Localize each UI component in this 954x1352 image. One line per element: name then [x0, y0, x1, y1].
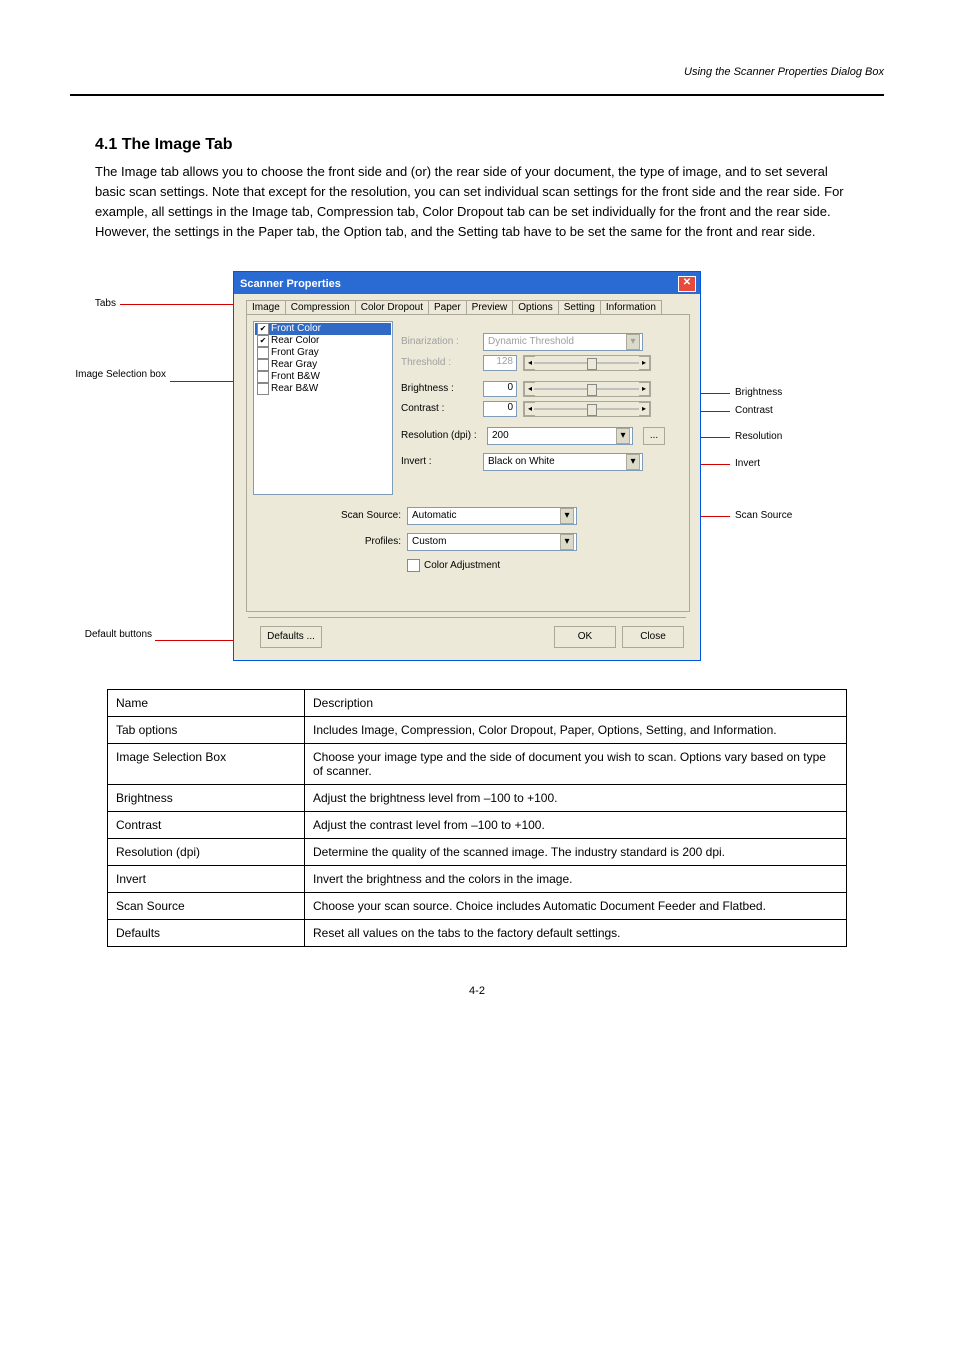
callout-invert: Invert — [735, 458, 760, 469]
table-row: Resolution (dpi)Determine the quality of… — [108, 838, 847, 865]
checkbox[interactable] — [257, 347, 269, 359]
dialog-title: Scanner Properties — [240, 278, 341, 290]
tab-color-dropout[interactable]: Color Dropout — [355, 300, 429, 314]
table-row: DefaultsReset all values on the tabs to … — [108, 919, 847, 946]
tab-preview[interactable]: Preview — [466, 300, 514, 314]
scanner-properties-dialog: Scanner Properties ✕ Image Compression C… — [233, 271, 701, 661]
table-row: ContrastAdjust the contrast level from –… — [108, 811, 847, 838]
invert-dropdown[interactable]: Black on White — [483, 453, 643, 471]
button-separator — [248, 617, 686, 618]
table-row: Scan SourceChoose your scan source. Choi… — [108, 892, 847, 919]
image-selection-box[interactable]: Front Color Rear Color Front Gray Rear G… — [253, 321, 393, 495]
scan-source-dropdown[interactable]: Automatic — [407, 507, 577, 525]
callout-contrast: Contrast — [735, 405, 773, 416]
scan-source-label: Scan Source: — [333, 510, 401, 521]
callout-line — [170, 381, 242, 382]
figure-area: Tabs Image Selection box Default buttons… — [70, 271, 890, 671]
brightness-label: Brightness : — [401, 383, 477, 394]
callout-line — [120, 304, 240, 305]
checkbox[interactable] — [257, 335, 269, 347]
col-description: Description — [305, 689, 847, 716]
tab-strip: Image Compression Color Dropout Paper Pr… — [246, 300, 696, 314]
tab-compression[interactable]: Compression — [285, 300, 356, 314]
contrast-slider[interactable]: ◂▸ — [523, 401, 651, 417]
checkbox[interactable] — [257, 323, 269, 335]
binarization-dropdown: Dynamic Threshold — [483, 333, 643, 351]
arrow-right-icon[interactable]: ▸ — [639, 382, 650, 396]
tab-options[interactable]: Options — [512, 300, 558, 314]
resolution-dropdown[interactable]: 200 — [487, 427, 633, 445]
selection-front-color[interactable]: Front Color — [255, 323, 391, 335]
selection-front-gray[interactable]: Front Gray — [255, 347, 391, 359]
table-row: Tab optionsIncludes Image, Compression, … — [108, 716, 847, 743]
selection-rear-bw[interactable]: Rear B&W — [255, 383, 391, 395]
header-right: Using the Scanner Properties Dialog Box — [684, 66, 884, 78]
callout-scan-source: Scan Source — [735, 510, 792, 521]
checkbox[interactable] — [257, 383, 269, 395]
contrast-row: Contrast : 0 ◂▸ — [401, 401, 651, 417]
callout-brightness: Brightness — [735, 387, 782, 398]
page-header: Using the Scanner Properties Dialog Box — [70, 54, 884, 96]
selection-front-bw[interactable]: Front B&W — [255, 371, 391, 383]
contrast-value: 0 — [483, 401, 517, 417]
tab-setting[interactable]: Setting — [558, 300, 601, 314]
window-close-button[interactable]: ✕ — [678, 276, 696, 292]
callout-resolution: Resolution — [735, 431, 782, 442]
titlebar: Scanner Properties ✕ — [234, 272, 700, 294]
brightness-value: 0 — [483, 381, 517, 397]
callout-selection-box: Image Selection box — [70, 369, 166, 380]
ok-button[interactable]: OK — [554, 626, 616, 648]
defaults-button[interactable]: Defaults ... — [260, 626, 322, 648]
threshold-label: Threshold : — [401, 357, 477, 368]
resolution-more-button[interactable]: ... — [643, 427, 665, 445]
color-adjustment-row[interactable]: Color Adjustment — [407, 559, 500, 572]
resolution-row: Resolution (dpi) : 200 ... — [401, 427, 665, 445]
threshold-row: Threshold : 128 ◂▸ — [401, 355, 651, 371]
contrast-label: Contrast : — [401, 403, 477, 414]
profiles-row: Profiles: Custom — [353, 533, 577, 551]
intro-paragraph: The Image tab allows you to choose the f… — [95, 162, 855, 243]
profiles-dropdown[interactable]: Custom — [407, 533, 577, 551]
brightness-row: Brightness : 0 ◂▸ — [401, 381, 651, 397]
tabpanel-image: Front Color Rear Color Front Gray Rear G… — [246, 314, 690, 612]
binarization-row: Binarization : Dynamic Threshold — [401, 333, 643, 351]
selection-rear-color[interactable]: Rear Color — [255, 335, 391, 347]
description-table: Name Description Tab optionsIncludes Ima… — [107, 689, 847, 947]
page-number: 4-2 — [70, 985, 884, 997]
threshold-slider: ◂▸ — [523, 355, 651, 371]
invert-label: Invert : — [401, 456, 477, 467]
callout-defaults: Default buttons — [70, 629, 152, 640]
invert-row: Invert : Black on White — [401, 453, 643, 471]
table-row: InvertInvert the brightness and the colo… — [108, 865, 847, 892]
table-header-row: Name Description — [108, 689, 847, 716]
checkbox[interactable] — [257, 359, 269, 371]
brightness-slider[interactable]: ◂▸ — [523, 381, 651, 397]
table-row: Image Selection BoxChoose your image typ… — [108, 743, 847, 784]
scan-source-row: Scan Source: Automatic — [333, 507, 577, 525]
callout-tabs: Tabs — [70, 298, 116, 309]
checkbox[interactable] — [257, 371, 269, 383]
profiles-label: Profiles: — [353, 536, 401, 547]
selection-rear-gray[interactable]: Rear Gray — [255, 359, 391, 371]
col-name: Name — [108, 689, 305, 716]
tab-image[interactable]: Image — [246, 300, 286, 314]
section-title: 4.1 The Image Tab — [95, 136, 884, 154]
table-row: BrightnessAdjust the brightness level fr… — [108, 784, 847, 811]
threshold-value: 128 — [483, 355, 517, 371]
close-button[interactable]: Close — [622, 626, 684, 648]
tab-information[interactable]: Information — [600, 300, 662, 314]
color-adjustment-label: Color Adjustment — [424, 560, 500, 571]
tab-paper[interactable]: Paper — [428, 300, 467, 314]
binarization-label: Binarization : — [401, 336, 477, 347]
arrow-right-icon[interactable]: ▸ — [639, 402, 650, 416]
resolution-label: Resolution (dpi) : — [401, 430, 489, 441]
color-adjustment-checkbox[interactable] — [407, 559, 420, 572]
